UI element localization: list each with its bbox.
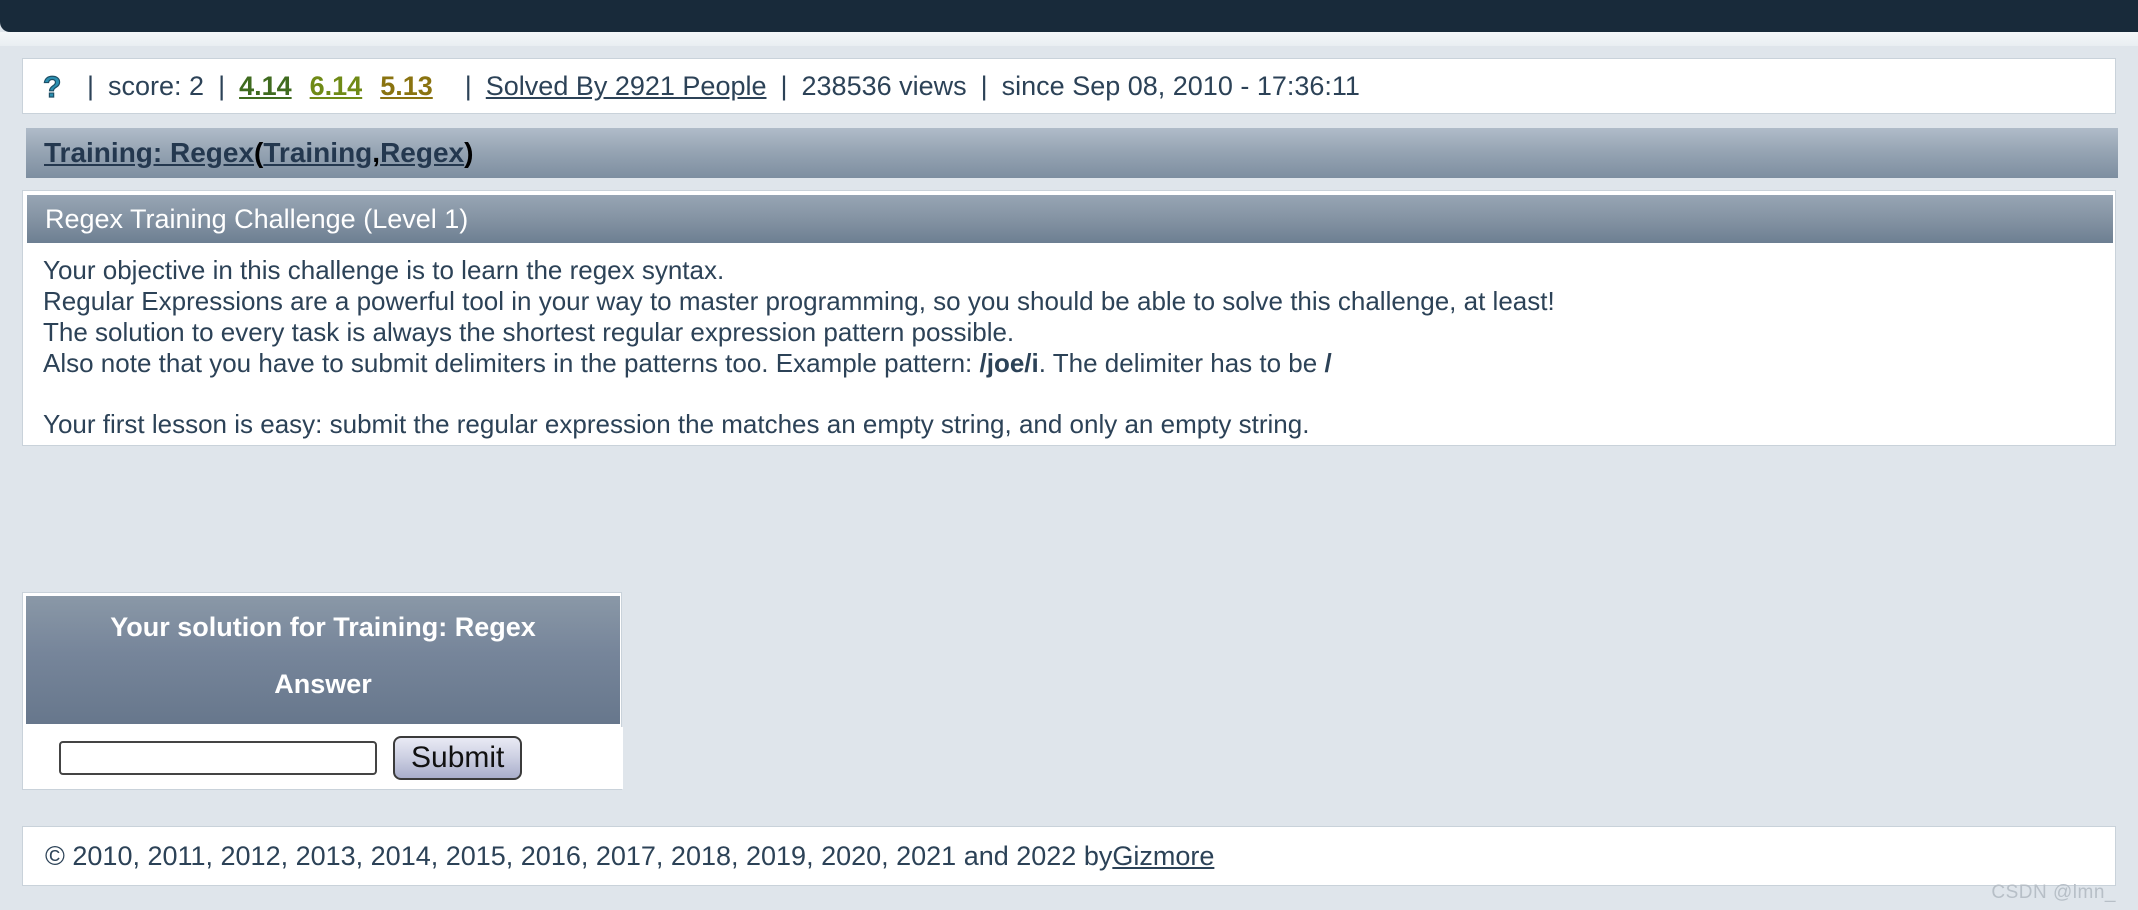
svg-text:?: ?	[43, 71, 61, 104]
footer-copyright: © 2010, 2011, 2012, 2013, 2014, 2015, 20…	[45, 840, 1113, 871]
page-root: ? | score: 2 | 4.14 6.14 5.13 | Solved B…	[0, 0, 2138, 910]
stats-separator-3: |	[464, 70, 472, 101]
solution-header-title: Your solution for Training: Regex	[110, 612, 536, 642]
stats-separator-4: |	[780, 70, 788, 101]
breadcrumb-link-regex[interactable]: Regex	[380, 137, 464, 169]
solution-header: Your solution for Training: Regex Answer	[26, 596, 620, 724]
breadcrumb-close-paren: )	[464, 137, 474, 168]
solution-form-row: Submit	[23, 727, 623, 789]
answer-label: Answer	[274, 669, 372, 699]
challenge-line-delimiter: Also note that you have to submit delimi…	[43, 348, 2097, 379]
score-label: score: 2	[108, 70, 205, 101]
delimiter-line-before: Also note that you have to submit delimi…	[43, 347, 980, 378]
since-timestamp: since Sep 08, 2010 - 17:36:11	[1001, 70, 1360, 101]
delimiter-line-middle: . The delimiter has to be	[1038, 347, 1325, 378]
stats-separator-2: |	[218, 70, 226, 101]
challenge-description: Your objective in this challenge is to l…	[23, 245, 2117, 440]
challenge-lesson-line: Your first lesson is easy: submit the re…	[43, 408, 1310, 439]
solved-by-link[interactable]: Solved By 2921 People	[486, 72, 767, 100]
browser-top-bar	[0, 0, 2138, 32]
breadcrumb-open-paren: (	[254, 137, 264, 168]
score-link-1[interactable]: 4.14	[239, 72, 292, 100]
solution-panel: Your solution for Training: Regex Answer…	[22, 592, 623, 790]
submit-button[interactable]: Submit	[393, 736, 523, 780]
challenge-line-3: The solution to every task is always the…	[43, 316, 1015, 347]
stats-separator-5: |	[980, 70, 988, 101]
breadcrumb-link-main[interactable]: Training: Regex	[44, 137, 254, 169]
stats-separator-1: |	[87, 70, 95, 101]
breadcrumb: Training: Regex(Training, Regex)	[26, 128, 2118, 178]
breadcrumb-comma: ,	[372, 137, 381, 168]
challenge-stats-bar: ? | score: 2 | 4.14 6.14 5.13 | Solved B…	[22, 58, 2116, 114]
delimiter-char: /	[1324, 347, 1332, 378]
example-pattern: /joe/i	[979, 347, 1039, 378]
footer: © 2010, 2011, 2012, 2013, 2014, 2015, 20…	[22, 826, 2116, 886]
breadcrumb-link-training[interactable]: Training	[263, 137, 372, 169]
footer-author-link[interactable]: Gizmore	[1112, 841, 1214, 872]
challenge-panel: Regex Training Challenge (Level 1) Your …	[22, 190, 2116, 446]
challenge-line-1: Your objective in this challenge is to l…	[43, 255, 725, 285]
challenge-line-2: Regular Expressions are a powerful tool …	[43, 285, 1555, 316]
answer-input[interactable]	[59, 741, 377, 775]
views-count: 238536 views	[801, 70, 967, 101]
score-link-2[interactable]: 6.14	[310, 72, 363, 100]
question-mark-icon[interactable]: ?	[42, 70, 69, 104]
csdn-watermark: CSDN @lmn_	[1991, 882, 2116, 903]
score-link-3[interactable]: 5.13	[380, 72, 433, 100]
page-top-gradient	[0, 32, 2138, 46]
challenge-title: Regex Training Challenge (Level 1)	[27, 195, 2113, 243]
